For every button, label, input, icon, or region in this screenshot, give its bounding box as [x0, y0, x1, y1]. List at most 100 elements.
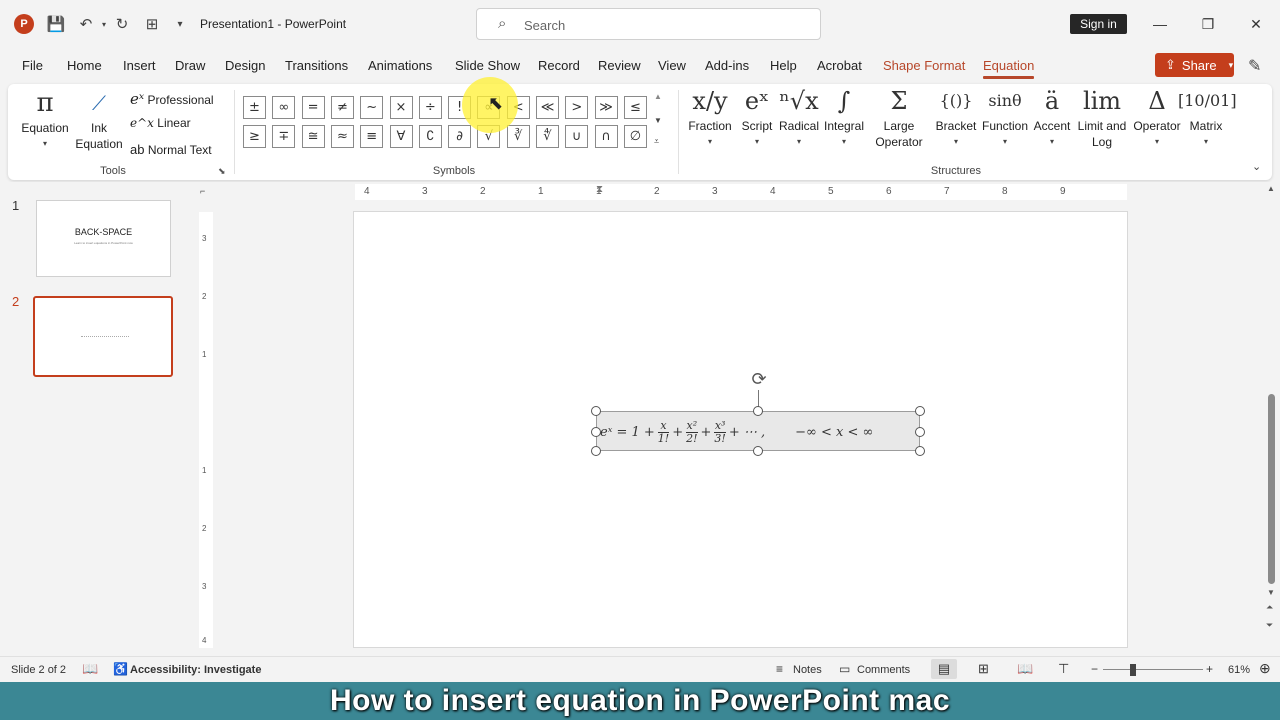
- minimize-icon[interactable]: —: [1145, 12, 1175, 36]
- scroll-down-icon[interactable]: ▼: [1267, 588, 1275, 597]
- function-structure-button[interactable]: sinθ Function ▾: [980, 86, 1030, 150]
- save-icon[interactable]: 💾: [46, 14, 66, 34]
- symbol-button[interactable]: ∂: [448, 125, 472, 148]
- matrix-structure-button[interactable]: [10/01] Matrix ▾: [1178, 86, 1237, 150]
- zoom-slider[interactable]: [1103, 669, 1203, 670]
- restore-icon[interactable]: ❐: [1193, 12, 1223, 36]
- symbol-button[interactable]: ≫: [594, 96, 618, 119]
- tab-help[interactable]: Help: [770, 58, 797, 73]
- normal-view-icon[interactable]: ▤: [931, 659, 957, 679]
- sign-in-button[interactable]: Sign in: [1070, 14, 1127, 34]
- slide-thumbnail-2[interactable]: [33, 296, 173, 377]
- share-button[interactable]: ⇪ Share ▾: [1155, 53, 1234, 77]
- tab-file[interactable]: File: [22, 58, 43, 73]
- close-icon[interactable]: ✕: [1241, 12, 1271, 36]
- vertical-scrollbar[interactable]: ▲ ▼ ⏶ ⏷: [1264, 182, 1280, 656]
- tab-review[interactable]: Review: [598, 58, 641, 73]
- large-structure-button[interactable]: Σ Large Operator: [868, 86, 930, 150]
- tab-view[interactable]: View: [658, 58, 686, 73]
- normal-text-button[interactable]: ab Normal Text: [130, 142, 212, 157]
- slide-sorter-icon[interactable]: ⊞: [978, 661, 989, 677]
- comments-button[interactable]: Comments: [857, 664, 910, 676]
- symbol-button[interactable]: ∓: [272, 125, 296, 148]
- radical-structure-button[interactable]: ⁿ√x Radical ▾: [778, 86, 820, 150]
- symbols-more-icon[interactable]: ⩡: [654, 136, 659, 147]
- symbol-button[interactable]: ∜: [536, 125, 559, 148]
- previous-slide-icon[interactable]: ⏶: [1266, 602, 1273, 613]
- professional-button[interactable]: eˣ Professional: [130, 90, 214, 108]
- tab-record[interactable]: Record: [538, 58, 580, 73]
- symbol-button[interactable]: ∪: [565, 125, 589, 148]
- symbols-scroll-down-icon[interactable]: ▼: [654, 116, 662, 125]
- symbol-button[interactable]: =: [301, 96, 325, 119]
- tab-slide-show[interactable]: Slide Show: [455, 58, 520, 73]
- symbol-button[interactable]: ±: [243, 96, 266, 119]
- symbol-button[interactable]: ∅: [623, 125, 647, 148]
- ink-equation-button[interactable]: ⟋ Ink Equation: [74, 88, 124, 152]
- customize-toolbar-icon[interactable]: ▾: [170, 14, 190, 34]
- symbol-button[interactable]: ≤: [623, 96, 647, 119]
- symbols-scroll-up-icon[interactable]: ▲: [654, 92, 662, 101]
- operator-structure-button[interactable]: Δ Operator ▾: [1130, 86, 1184, 150]
- tab-acrobat[interactable]: Acrobat: [817, 58, 862, 73]
- rotate-handle-icon[interactable]: ⟳: [748, 368, 770, 390]
- indent-marker-icon[interactable]: ⧗: [596, 184, 603, 195]
- tab-home[interactable]: Home: [67, 58, 102, 73]
- equation-button[interactable]: π Equation ▾: [18, 88, 72, 152]
- reading-view-icon[interactable]: 📖: [1017, 661, 1033, 677]
- tab-transitions[interactable]: Transitions: [285, 58, 348, 73]
- zoom-slider-thumb[interactable]: [1130, 664, 1136, 676]
- symbol-button[interactable]: ≥: [243, 125, 266, 148]
- tab-design[interactable]: Design: [225, 58, 265, 73]
- zoom-in-icon[interactable]: +: [1206, 662, 1213, 676]
- accent-structure-button[interactable]: ä Accent ▾: [1030, 86, 1074, 150]
- tab-shape-format[interactable]: Shape Format: [883, 58, 965, 73]
- zoom-out-icon[interactable]: −: [1091, 662, 1098, 676]
- equation-content[interactable]: eˣ = 1 + x 1! + x² 2! + x³ 3! + ⋯ , −∞ < x < …: [600, 414, 873, 450]
- symbol-button[interactable]: ≪: [536, 96, 559, 119]
- bracket-structure-button[interactable]: {()} Bracket ▾: [933, 86, 979, 150]
- symbol-button[interactable]: ≈: [330, 125, 354, 148]
- limit-and-structure-button[interactable]: lim Limit and Log: [1076, 86, 1128, 150]
- symbol-button[interactable]: ∞: [272, 96, 296, 119]
- collapse-ribbon-icon[interactable]: ⌄: [1252, 160, 1261, 173]
- symbol-button[interactable]: ∀: [389, 125, 413, 148]
- symbol-button[interactable]: ≅: [301, 125, 325, 148]
- tab-add-ins[interactable]: Add-ins: [705, 58, 749, 73]
- scrollbar-thumb[interactable]: [1268, 394, 1275, 584]
- undo-dropdown-icon[interactable]: ▾: [94, 14, 114, 34]
- spelling-icon[interactable]: 📖: [82, 661, 98, 677]
- tab-animations[interactable]: Animations: [368, 58, 432, 73]
- next-slide-icon[interactable]: ⏷: [1266, 620, 1273, 631]
- symbol-button[interactable]: ~: [360, 96, 384, 119]
- symbol-button[interactable]: >: [565, 96, 589, 119]
- zoom-level[interactable]: 61%: [1228, 664, 1250, 676]
- symbol-button[interactable]: ∛: [506, 125, 530, 148]
- integral-structure-button[interactable]: ∫ Integral ▾: [821, 86, 867, 150]
- symbol-button[interactable]: ≡: [360, 125, 384, 148]
- linear-button[interactable]: e^x Linear: [130, 116, 191, 130]
- tools-dialog-launcher-icon[interactable]: ⬊: [218, 166, 226, 177]
- comments-pane-icon[interactable]: ✎: [1248, 56, 1261, 76]
- symbol-button[interactable]: ≠: [330, 96, 354, 119]
- fit-to-window-icon[interactable]: ⊕: [1259, 660, 1271, 677]
- slide-thumbnail-1[interactable]: BACK-SPACE Learn to insert equations in …: [36, 200, 171, 277]
- present-icon[interactable]: ⊞: [142, 14, 162, 34]
- accessibility-status[interactable]: Accessibility: Investigate: [130, 664, 261, 676]
- tab-insert[interactable]: Insert: [123, 58, 156, 73]
- redo-icon[interactable]: ↻: [112, 14, 132, 34]
- resize-handle[interactable]: [915, 427, 925, 437]
- script-structure-button[interactable]: eˣ Script ▾: [737, 86, 777, 150]
- tab-equation[interactable]: Equation: [983, 58, 1035, 79]
- fraction-structure-button[interactable]: x/y Fraction ▾: [688, 86, 732, 150]
- symbol-button[interactable]: ×: [389, 96, 413, 119]
- symbol-button[interactable]: ∩: [594, 125, 618, 148]
- tab-draw[interactable]: Draw: [175, 58, 205, 73]
- search-input[interactable]: ⌕ Search: [476, 8, 821, 40]
- symbol-button[interactable]: ÷: [418, 96, 442, 119]
- scroll-up-icon[interactable]: ▲: [1267, 184, 1275, 193]
- undo-icon[interactable]: ↶: [76, 14, 96, 34]
- slideshow-icon[interactable]: ⊤: [1058, 661, 1069, 677]
- notes-button[interactable]: Notes: [793, 664, 822, 676]
- resize-handle[interactable]: [915, 406, 925, 416]
